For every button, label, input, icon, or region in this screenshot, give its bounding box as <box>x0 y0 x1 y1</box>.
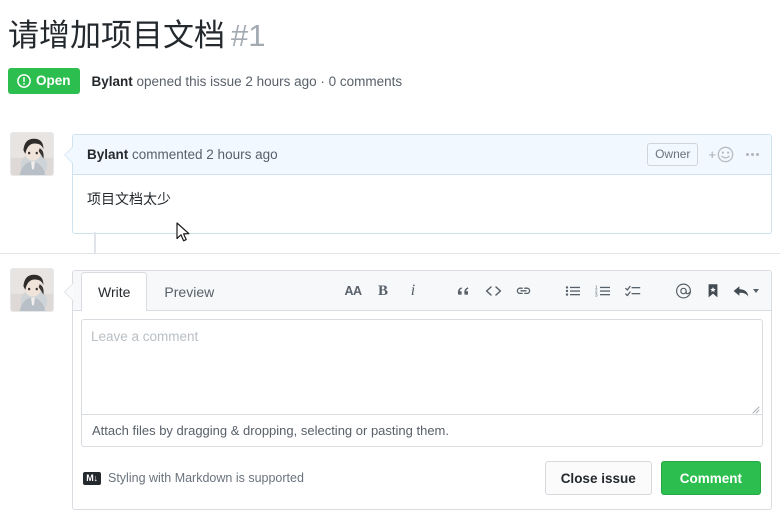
issue-title-text: 请增加项目文档 <box>8 18 225 53</box>
new-comment-form: Write Preview AA B i 1 2 3 Leave a comme… <box>64 270 772 510</box>
code-icon[interactable] <box>482 281 504 301</box>
comment-header: Bylant commented 2 hours ago Owner + <box>64 135 771 175</box>
comment-arrow <box>64 146 73 164</box>
tab-preview[interactable]: Preview <box>147 272 231 311</box>
status-badge-label: Open <box>36 73 71 88</box>
comment-input[interactable]: Leave a comment <box>81 319 763 415</box>
comment-body: 项目文档太少 <box>87 191 171 207</box>
unordered-list-icon[interactable] <box>562 281 584 301</box>
mention-icon[interactable] <box>672 281 694 301</box>
comment-form-footer: M↓ Styling with Markdown is supported Cl… <box>81 447 763 501</box>
quote-icon[interactable] <box>452 281 474 301</box>
markdown-icon: M↓ <box>83 471 101 485</box>
issue-opened-icon <box>17 74 31 88</box>
svg-text:3: 3 <box>595 293 598 298</box>
timeline-connector <box>94 232 96 254</box>
markdown-supported-note[interactable]: M↓ Styling with Markdown is supported <box>83 471 304 485</box>
toolbar-group-lists: 1 2 3 <box>558 281 648 301</box>
chevron-down-icon <box>753 289 759 293</box>
comment-form-body: Leave a comment Attach files by dragging… <box>73 311 771 509</box>
attach-files-hint[interactable]: Attach files by dragging & dropping, sel… <box>81 415 763 447</box>
avatar[interactable] <box>10 268 54 312</box>
form-actions: Close issue Comment <box>544 461 761 495</box>
bold-icon[interactable]: B <box>372 281 394 301</box>
page-title: 请增加项目文档 #1 <box>8 18 265 54</box>
section-divider <box>0 253 780 254</box>
add-reaction-icon[interactable]: + <box>708 146 734 163</box>
form-arrow <box>64 283 73 301</box>
issue-comment: Bylant commented 2 hours ago Owner + 项目文… <box>64 134 772 234</box>
issue-number: #1 <box>231 18 266 53</box>
toolbar-group-extras <box>668 281 763 301</box>
comment-author[interactable]: Bylant <box>87 147 128 162</box>
toolbar-group-text: AA B i <box>338 281 428 301</box>
avatar[interactable] <box>10 132 54 176</box>
issue-meta: Bylant opened this issue 2 hours ago · 0… <box>92 74 403 89</box>
comment-byline: Bylant commented 2 hours ago <box>87 147 278 162</box>
toolbar-group-insert <box>448 281 538 301</box>
plus-sign: + <box>708 147 716 162</box>
comment-actions: Owner + <box>647 143 761 166</box>
issue-state-line: Open Bylant opened this issue 2 hours ag… <box>8 68 402 94</box>
comment-timestamp: commented 2 hours ago <box>128 147 278 162</box>
saved-replies-icon[interactable] <box>702 281 724 301</box>
heading-icon[interactable]: AA <box>342 281 364 301</box>
ordered-list-icon[interactable]: 1 2 3 <box>592 281 614 301</box>
markdown-toolbar: AA B i 1 2 3 <box>338 281 763 310</box>
reply-icon[interactable] <box>732 281 759 301</box>
comment-form-tabnav: Write Preview AA B i 1 2 3 <box>73 271 771 311</box>
issue-author[interactable]: Bylant <box>92 74 133 89</box>
issue-page: 请增加项目文档 #1 Open Bylant opened this issue … <box>0 0 780 516</box>
textarea-wrapper: Leave a comment <box>81 319 763 415</box>
status-badge: Open <box>8 68 80 94</box>
tab-write[interactable]: Write <box>81 272 148 311</box>
task-list-icon[interactable] <box>622 281 644 301</box>
owner-badge: Owner <box>647 143 699 166</box>
markdown-note-label: Styling with Markdown is supported <box>108 471 304 485</box>
link-icon[interactable] <box>512 281 534 301</box>
close-issue-button[interactable]: Close issue <box>544 461 652 495</box>
italic-icon[interactable]: i <box>402 281 424 301</box>
issue-meta-text: opened this issue 2 hours ago · 0 commen… <box>132 73 403 89</box>
comment-button[interactable]: Comment <box>660 461 761 495</box>
kebab-menu-icon[interactable] <box>744 153 761 156</box>
